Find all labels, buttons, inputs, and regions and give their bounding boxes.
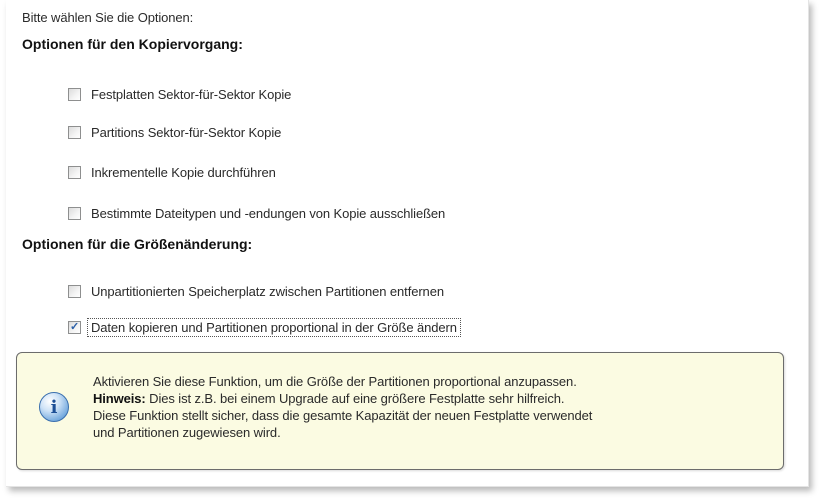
option-exclude-filetypes[interactable]: Bestimmte Dateitypen und -endungen von K…	[68, 204, 445, 222]
options-page: Bitte wählen Sie die Optionen: Optionen …	[0, 0, 823, 499]
checkbox-copy-resize-proportional[interactable]: ✓	[68, 320, 81, 334]
option-incremental-copy[interactable]: Inkrementelle Kopie durchführen	[68, 163, 276, 181]
checkmark-icon: ✓	[69, 320, 80, 333]
intro-text: Bitte wählen Sie die Optionen:	[22, 10, 194, 25]
copy-options-title: Optionen für den Kopiervorgang:	[22, 36, 243, 52]
option-disk-sector-copy[interactable]: Festplatten Sektor-für-Sektor Kopie	[68, 85, 291, 103]
checkbox-disk-sector-copy[interactable]	[68, 87, 81, 101]
option-remove-unpartitioned-space[interactable]: Unpartitionierten Speicherplatz zwischen…	[68, 282, 444, 300]
hint-line-4: und Partitionen zugewiesen wird.	[93, 425, 281, 440]
option-partition-sector-copy[interactable]: Partitions Sektor-für-Sektor Kopie	[68, 123, 281, 141]
hint-text: Aktivieren Sie diese Funktion, um die Gr…	[93, 373, 773, 441]
option-label: Daten kopieren und Partitionen proportio…	[87, 317, 461, 337]
options-panel: Bitte wählen Sie die Optionen: Optionen …	[6, 0, 809, 487]
info-glyph: i	[50, 396, 58, 418]
info-icon: i	[39, 392, 69, 422]
hint-line-2: Hinweis: Dies ist z.B. bei einem Upgrade…	[93, 390, 773, 407]
resize-options-title: Optionen für die Größenänderung:	[22, 236, 253, 252]
hint-line-1: Aktivieren Sie diese Funktion, um die Gr…	[93, 374, 577, 389]
checkbox-partition-sector-copy[interactable]	[68, 125, 81, 139]
checkbox-exclude-filetypes[interactable]	[68, 206, 81, 220]
hint-box: i Aktivieren Sie diese Funktion, um die …	[16, 352, 784, 470]
option-label: Inkrementelle Kopie durchführen	[91, 164, 276, 180]
checkbox-incremental-copy[interactable]	[68, 165, 81, 179]
hint-line-2-text: Dies ist z.B. bei einem Upgrade auf eine…	[145, 391, 565, 406]
option-label: Unpartitionierten Speicherplatz zwischen…	[91, 283, 444, 299]
checkbox-remove-unpartitioned-space[interactable]	[68, 284, 81, 298]
option-copy-resize-proportional[interactable]: ✓ Daten kopieren und Partitionen proport…	[68, 317, 461, 337]
hint-line-3: Diese Funktion stellt sicher, dass die g…	[93, 408, 593, 423]
option-label: Partitions Sektor-für-Sektor Kopie	[91, 124, 282, 140]
option-label: Bestimmte Dateitypen und -endungen von K…	[91, 205, 446, 221]
option-label: Festplatten Sektor-für-Sektor Kopie	[91, 86, 292, 102]
hint-label: Hinweis:	[93, 391, 146, 406]
